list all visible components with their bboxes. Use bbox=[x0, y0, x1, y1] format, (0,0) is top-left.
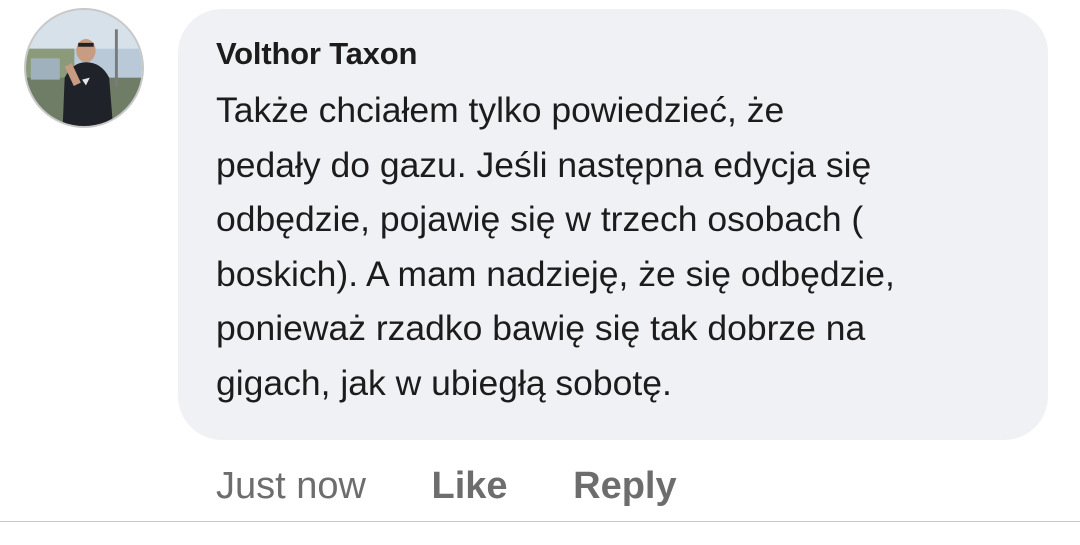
comment-timestamp[interactable]: Just now bbox=[216, 462, 366, 510]
comment-text-line: pedały do gazu. Jeśli następna edycja si… bbox=[216, 144, 872, 185]
comment-text-line: ponieważ rzadko bawię się tak dobrze na bbox=[216, 308, 866, 348]
comment-text-line: Także chciałem tylko powiedzieć, że bbox=[216, 90, 785, 130]
avatar[interactable] bbox=[24, 8, 144, 128]
comment-text: Także chciałem tylko powiedzieć, że peda… bbox=[216, 83, 1016, 410]
reply-button[interactable]: Reply bbox=[573, 462, 676, 510]
comment-thread: Volthor Taxon Także chciałem tylko powie… bbox=[0, 0, 1080, 545]
like-button[interactable]: Like bbox=[432, 462, 508, 510]
comment-actions: Just now Like Reply bbox=[216, 462, 677, 510]
comment-author[interactable]: Volthor Taxon bbox=[216, 35, 1012, 73]
comment-text-line: odbędzie, pojawię się w trzech osobach ( bbox=[216, 199, 864, 239]
comment-text-line: boskich). A mam nadzieję, że się odbędzi… bbox=[216, 253, 895, 294]
comment-text-line: gigach, jak w ubiegłą sobotę. bbox=[216, 362, 672, 403]
divider bbox=[0, 521, 1080, 522]
comment-bubble: Volthor Taxon Także chciałem tylko powie… bbox=[178, 9, 1048, 440]
avatar-photo-icon bbox=[26, 10, 142, 126]
